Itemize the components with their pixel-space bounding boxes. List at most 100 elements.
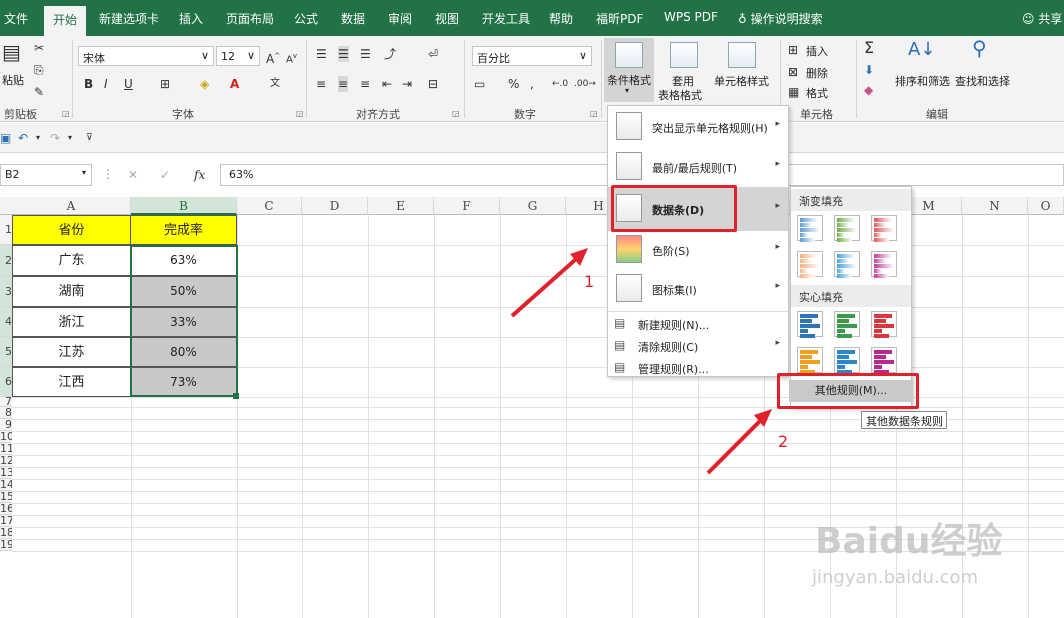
row-header[interactable]: 5 (0, 337, 12, 367)
cancel-icon[interactable]: ✕ (128, 167, 138, 183)
fill-handle[interactable] (233, 393, 239, 399)
comma-style-button[interactable]: , (530, 76, 534, 92)
gradient-data-bar-option-icon[interactable] (871, 251, 897, 278)
borders-icon[interactable]: ⊞ (160, 76, 170, 92)
delete-cells-button[interactable]: 删除 (806, 65, 828, 81)
column-header-o[interactable]: O (1028, 197, 1064, 215)
table-cell-province[interactable]: 江西 (12, 367, 131, 397)
font-name-select[interactable]: 宋体 ∨ (78, 46, 214, 66)
column-header-e[interactable]: E (368, 197, 434, 215)
solid-data-bar-option-icon[interactable] (871, 311, 897, 338)
name-box[interactable]: B2 ▾ (0, 164, 92, 186)
tab-formulas[interactable]: 公式 (294, 10, 318, 27)
increase-decimal-icon[interactable]: ←.0 (552, 76, 568, 92)
row-header[interactable]: 18 (0, 527, 12, 539)
row-header[interactable]: 17 (0, 515, 12, 527)
row-header[interactable]: 15 (0, 491, 12, 503)
chevron-down-icon[interactable]: ▾ (36, 130, 40, 146)
menu-item-new-rule[interactable]: ▤ 新建规则(N)... (608, 312, 788, 334)
column-header-f[interactable]: F (434, 197, 500, 215)
autosum-icon[interactable]: Σ (864, 40, 874, 56)
fill-icon[interactable]: ⬇ (864, 62, 874, 78)
column-header-d[interactable]: D (302, 197, 368, 215)
row-header[interactable]: 2 (0, 245, 12, 276)
gradient-data-bar-option-icon[interactable] (797, 215, 823, 242)
row-header[interactable]: 13 (0, 467, 12, 479)
undo-icon[interactable]: ↶ (18, 130, 28, 146)
select-all-corner[interactable] (0, 197, 12, 215)
gradient-data-bar-option-icon[interactable] (797, 251, 823, 278)
align-right-icon[interactable]: ≡ (360, 76, 370, 92)
redo-icon[interactable]: ↷ (50, 130, 60, 146)
column-header-c[interactable]: C (237, 197, 302, 215)
customize-qat-icon[interactable]: ⊽ (86, 130, 93, 146)
menu-item-icon-sets[interactable]: 图标集(I) ▸ (608, 270, 788, 308)
copy-icon[interactable]: ⎘ (34, 62, 44, 78)
number-launcher-icon[interactable]: ◲ (590, 109, 598, 118)
decrease-font-icon[interactable]: Av (286, 48, 297, 68)
column-header-n[interactable]: N (962, 197, 1028, 215)
menu-item-manage-rules[interactable]: ▤ 管理规则(R)... (608, 356, 788, 378)
table-cell-province[interactable]: 江苏 (12, 337, 131, 367)
align-center-icon[interactable]: ≡ (338, 76, 349, 92)
row-header[interactable]: 9 (0, 419, 12, 431)
sort-filter-icon[interactable]: A↓ (908, 41, 935, 59)
sort-filter-button[interactable]: 排序和筛选 (895, 73, 950, 89)
decrease-decimal-icon[interactable]: .00→ (574, 76, 596, 92)
menu-item-highlight-rules[interactable]: 突出显示单元格规则(H) ▸ (608, 108, 788, 146)
insert-cells-button[interactable]: 插入 (806, 43, 828, 59)
italic-button[interactable]: I (104, 76, 108, 92)
row-header[interactable]: 1 (0, 215, 12, 245)
row-header[interactable]: 4 (0, 307, 12, 337)
font-size-select[interactable]: 12 ∨ (216, 46, 260, 66)
table-cell-province[interactable]: 浙江 (12, 307, 131, 337)
font-launcher-icon[interactable]: ◲ (296, 109, 304, 118)
tell-me-search[interactable]: ♁ 操作说明搜索 (738, 10, 823, 27)
align-top-icon[interactable]: ☰ (316, 46, 327, 62)
solid-data-bar-option-icon[interactable] (797, 347, 823, 374)
align-left-icon[interactable]: ≡ (316, 76, 326, 92)
header-cell-completion[interactable]: 完成率 (130, 215, 237, 245)
underline-button[interactable]: U (124, 76, 133, 92)
row-header[interactable]: 11 (0, 443, 12, 455)
column-header-a[interactable]: A (12, 197, 131, 215)
row-header[interactable]: 10 (0, 431, 12, 443)
decrease-indent-icon[interactable]: ⇤ (382, 76, 392, 92)
cut-icon[interactable]: ✂ (34, 40, 44, 56)
tab-developer[interactable]: 开发工具 (482, 10, 530, 27)
table-cell-province[interactable]: 广东 (12, 245, 131, 276)
tab-file[interactable]: 文件 (4, 10, 28, 27)
gradient-data-bar-option-icon[interactable] (871, 215, 897, 242)
increase-indent-icon[interactable]: ⇥ (402, 76, 412, 92)
format-cells-button[interactable]: 格式 (806, 85, 828, 101)
share-button[interactable]: ☺ 共享 (1022, 10, 1062, 27)
menu-item-top-bottom-rules[interactable]: 最前/最后规则(T) ▸ (608, 148, 788, 186)
merge-center-icon[interactable]: ⊟ (428, 76, 438, 92)
header-cell-province[interactable]: 省份 (12, 215, 131, 245)
tab-new[interactable]: 新建选项卡 (99, 10, 159, 27)
menu-item-clear-rules[interactable]: ▤ 清除规则(C) ▸ (608, 334, 788, 356)
row-header[interactable]: 16 (0, 503, 12, 515)
format-as-table-icon[interactable] (670, 42, 698, 68)
solid-data-bar-option-icon[interactable] (834, 347, 860, 374)
table-cell-province[interactable]: 湖南 (12, 276, 131, 307)
paste-icon[interactable]: ▤ (2, 42, 21, 62)
delete-cells-icon[interactable]: ⊠ (788, 64, 798, 80)
enter-icon[interactable]: ✓ (160, 167, 170, 183)
gradient-data-bar-option-icon[interactable] (834, 251, 860, 278)
save-icon[interactable]: ▣ (0, 130, 11, 146)
fill-color-icon[interactable]: ◈ (200, 76, 209, 92)
paste-button[interactable]: 粘贴 (2, 72, 24, 88)
row-header[interactable]: 12 (0, 455, 12, 467)
conditional-format-button[interactable]: 条件格式 ▾ (604, 38, 654, 102)
row-header[interactable]: 7 (0, 397, 12, 407)
row-header[interactable]: 3 (0, 276, 12, 307)
number-format-select[interactable]: 百分比 ∨ (472, 46, 592, 66)
bold-button[interactable]: B (84, 76, 93, 92)
format-as-table-label[interactable]: 表格格式 (658, 87, 702, 103)
solid-data-bar-option-icon[interactable] (834, 311, 860, 338)
tab-insert[interactable]: 插入 (179, 10, 203, 27)
tab-wps-pdf[interactable]: WPS PDF (664, 10, 718, 24)
gradient-data-bar-option-icon[interactable] (834, 215, 860, 242)
cell-styles-icon[interactable] (728, 42, 756, 68)
